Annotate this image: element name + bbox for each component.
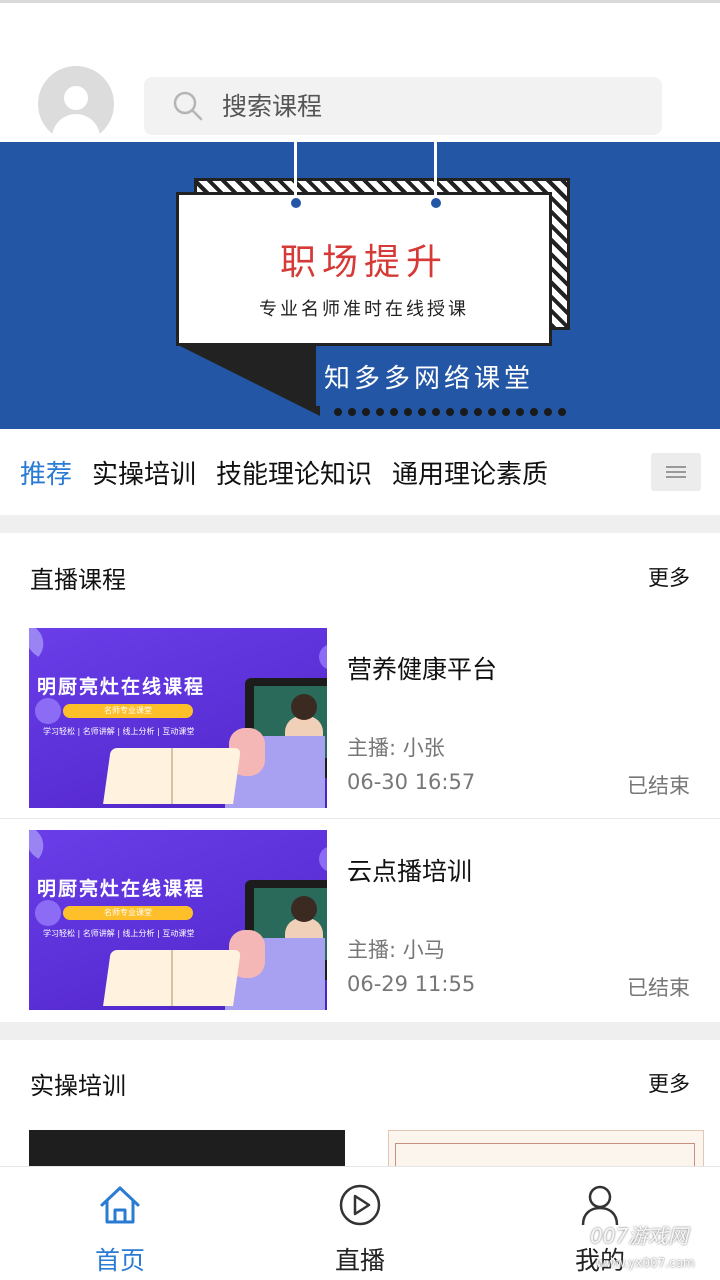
course-host: 主播: 小马 xyxy=(347,938,445,962)
section-gap xyxy=(0,1022,720,1040)
tab-general-theory[interactable]: 通用理论素质 xyxy=(392,454,548,491)
status-bar-line xyxy=(0,0,720,3)
course-thumbnail: 明厨亮灶在线课程 名师专业课堂 学习轻松 | 名师讲解 | 线上分析 | 互动课… xyxy=(29,628,327,808)
category-tabs: 推荐 实操培训 技能理论知识 通用理论素质 xyxy=(0,429,720,515)
menu-icon xyxy=(666,466,686,468)
home-icon xyxy=(98,1183,142,1227)
live-more-link[interactable]: 更多 xyxy=(648,562,690,592)
course-status: 已结束 xyxy=(627,976,690,1000)
banner-pin-left xyxy=(291,198,301,208)
thumb-title: 明厨亮灶在线课程 xyxy=(37,878,206,900)
avatar[interactable] xyxy=(38,66,114,142)
live-section-header: 直播课程 更多 xyxy=(0,540,720,610)
course-item[interactable]: 明厨亮灶在线课程 名师专业课堂 学习轻松 | 名师讲解 | 线上分析 | 互动课… xyxy=(0,830,720,1030)
thumb-title: 明厨亮灶在线课程 xyxy=(37,676,206,698)
banner-string-right xyxy=(434,142,437,202)
thumb-pill: 名师专业课堂 xyxy=(63,704,193,718)
promo-banner[interactable]: 职场提升 专业名师准时在线授课 知多多网络课堂 xyxy=(0,142,720,429)
search-icon xyxy=(172,90,204,122)
course-thumbnail: 明厨亮灶在线课程 名师专业课堂 学习轻松 | 名师讲解 | 线上分析 | 互动课… xyxy=(29,830,327,1010)
watermark-url: www.yx007.com xyxy=(596,1256,695,1270)
banner-string-left xyxy=(294,142,297,202)
watermark-text: 007游戏网 xyxy=(590,1224,689,1248)
banner-triangle xyxy=(180,346,320,416)
search-input[interactable] xyxy=(222,91,642,121)
section-title-practice: 实操培训 xyxy=(30,1072,126,1100)
play-circle-icon xyxy=(338,1183,382,1227)
practice-card-thumbnail[interactable] xyxy=(388,1130,704,1173)
banner-brand: 知多多网络课堂 xyxy=(316,346,576,406)
nav-live[interactable]: 直播 xyxy=(240,1167,480,1280)
course-host: 主播: 小张 xyxy=(347,736,445,760)
banner-card: 职场提升 专业名师准时在线授课 xyxy=(176,192,552,346)
divider xyxy=(0,818,720,819)
section-title-live: 直播课程 xyxy=(30,566,126,594)
thumb-pill: 名师专业课堂 xyxy=(63,906,193,920)
nav-live-label: 直播 xyxy=(334,1246,385,1275)
avatar-head xyxy=(64,86,88,110)
search-bar[interactable] xyxy=(144,77,662,135)
header xyxy=(0,62,720,142)
banner-subline: 专业名师准时在线授课 xyxy=(259,299,469,320)
nav-home[interactable]: 首页 xyxy=(0,1167,240,1280)
banner-headline: 职场提升 xyxy=(279,242,448,283)
course-time: 06-30 16:57 xyxy=(347,770,476,794)
tab-skill-theory[interactable]: 技能理论知识 xyxy=(216,454,372,491)
thumb-sub: 学习轻松 | 名师讲解 | 线上分析 | 互动课堂 xyxy=(43,727,195,736)
tab-practice[interactable]: 实操培训 xyxy=(92,454,196,491)
course-item[interactable]: 明厨亮灶在线课程 名师专业课堂 学习轻松 | 名师讲解 | 线上分析 | 互动课… xyxy=(0,628,720,828)
nav-home-label: 首页 xyxy=(94,1246,145,1275)
section-gap xyxy=(0,515,720,533)
course-name: 云点播培训 xyxy=(347,857,473,886)
tab-recommend[interactable]: 推荐 xyxy=(20,454,72,491)
course-status: 已结束 xyxy=(627,774,690,798)
course-name: 营养健康平台 xyxy=(347,655,498,684)
thumb-sub: 学习轻松 | 名师讲解 | 线上分析 | 互动课堂 xyxy=(43,929,195,938)
practice-section-header: 实操培训 更多 xyxy=(0,1046,720,1116)
course-time: 06-29 11:55 xyxy=(347,972,476,996)
practice-card-thumbnail[interactable] xyxy=(29,1130,345,1170)
tabs-menu-button[interactable] xyxy=(651,453,701,491)
banner-dots xyxy=(334,408,566,416)
practice-more-link[interactable]: 更多 xyxy=(648,1068,690,1098)
banner-pin-right xyxy=(431,198,441,208)
avatar-body xyxy=(52,114,100,142)
